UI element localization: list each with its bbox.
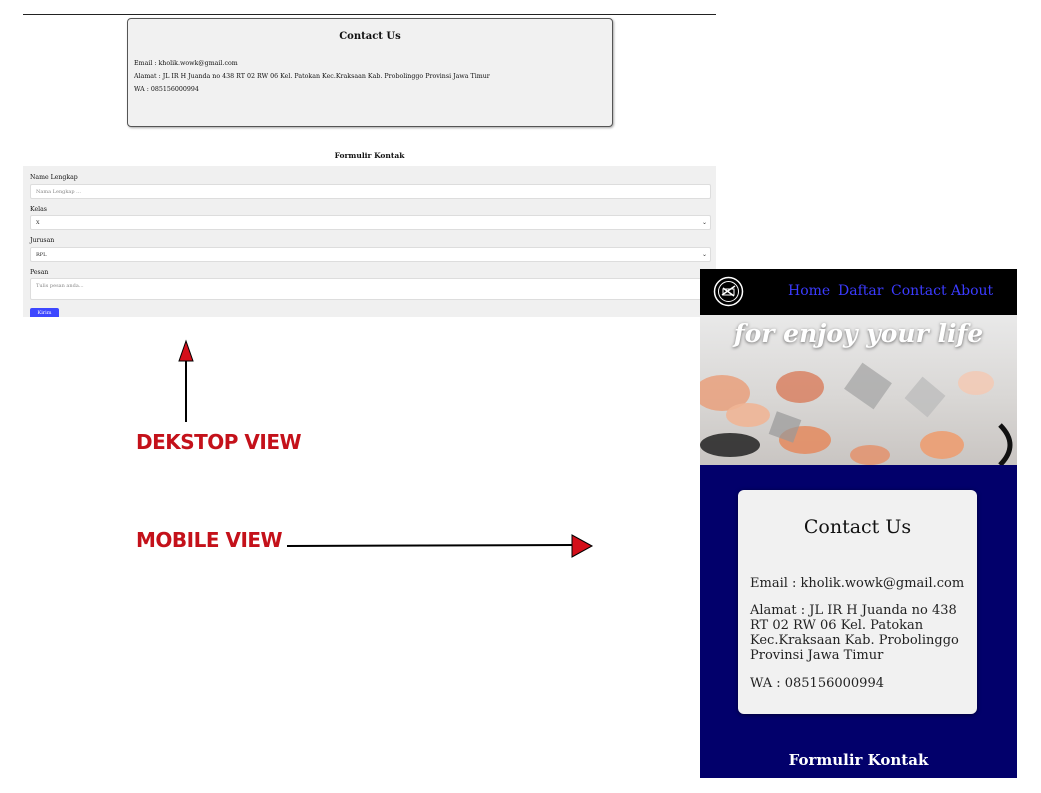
- hero-tagline: for enjoy your life: [733, 319, 984, 348]
- nav-about[interactable]: About: [951, 283, 993, 299]
- mobile-view-label: MOBILE VIEW: [136, 528, 283, 552]
- contact-email: Email : kholik.wowk@gmail.com: [750, 576, 965, 591]
- navbar: Home Daftar Contact About: [700, 269, 1017, 315]
- hero-banner: for enjoy your life: [700, 315, 1017, 465]
- contact-card: Contact Us Email : kholik.wowk@gmail.com…: [738, 490, 977, 714]
- nav-home[interactable]: Home: [788, 283, 830, 299]
- sushi-logo-icon[interactable]: [713, 276, 744, 307]
- contact-address: Alamat : JL IR H Juanda no 438 RT 02 RW …: [750, 603, 959, 663]
- contact-title: Contact Us: [803, 516, 912, 538]
- form-title: Formulir Kontak: [788, 751, 929, 769]
- arrow-up-to-desktop: [178, 339, 194, 422]
- desktop-view-label: DEKSTOP VIEW: [136, 430, 302, 454]
- nav-contact[interactable]: Contact: [891, 283, 947, 299]
- nav-daftar[interactable]: Daftar: [838, 283, 883, 299]
- mobile-view-screenshot: Home Daftar Contact About for enjoy your…: [700, 269, 1017, 778]
- contact-whatsapp: WA : 085156000994: [750, 676, 884, 691]
- arrow-right-to-mobile: [286, 534, 594, 558]
